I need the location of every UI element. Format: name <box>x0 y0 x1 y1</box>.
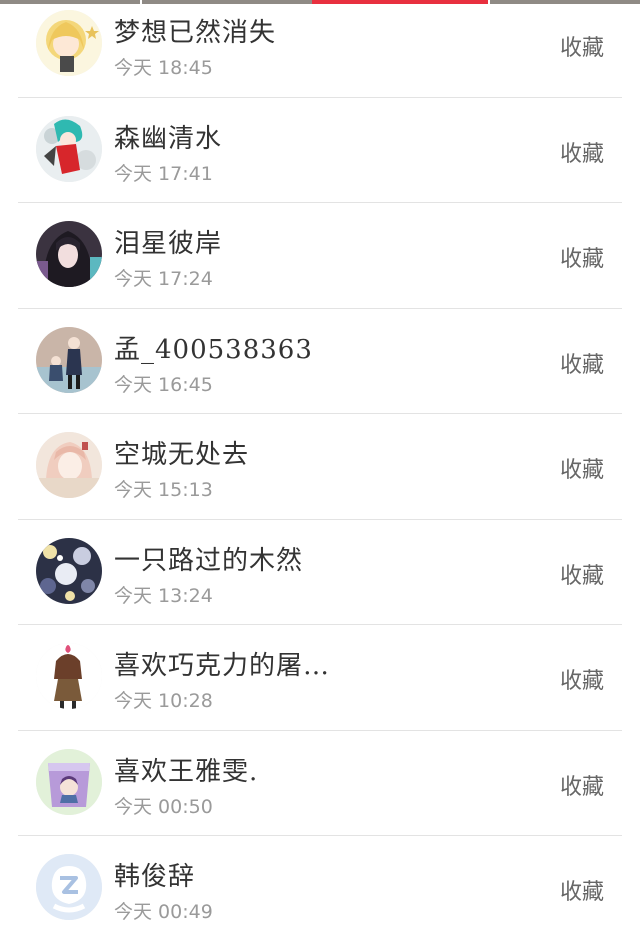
favorite-button[interactable]: 收藏 <box>560 558 604 590</box>
list-item[interactable]: 喜欢王雅雯. 今天 00:50 收藏 <box>0 731 640 836</box>
list-item[interactable]: 泪星彼岸 今天 17:24 收藏 <box>0 203 640 309</box>
favorite-button[interactable]: 收藏 <box>560 769 604 801</box>
user-name[interactable]: 孟_400538363 <box>114 329 313 366</box>
user-name[interactable]: 一只路过的木然 <box>114 540 303 577</box>
visit-time: 今天 00:49 <box>114 901 213 923</box>
list-item[interactable]: 空城无处去 今天 15:13 收藏 <box>0 414 640 520</box>
user-name[interactable]: 韩俊辞 <box>114 856 195 893</box>
avatar[interactable] <box>36 10 102 76</box>
user-name[interactable]: 梦想已然消失 <box>114 12 276 49</box>
user-name[interactable]: 空城无处去 <box>114 434 249 471</box>
avatar[interactable] <box>36 326 102 393</box>
user-name[interactable]: 森幽清水 <box>114 118 222 155</box>
visit-time: 今天 17:41 <box>114 162 213 185</box>
favorite-button[interactable]: 收藏 <box>560 241 604 273</box>
avatar[interactable] <box>36 221 102 287</box>
user-name[interactable]: 喜欢王雅雯. <box>114 751 258 788</box>
visit-time: 今天 18:45 <box>114 57 213 79</box>
avatar[interactable] <box>36 854 102 920</box>
favorite-button[interactable]: 收藏 <box>560 30 604 62</box>
avatar[interactable] <box>36 748 102 815</box>
avatar[interactable] <box>36 643 102 709</box>
visit-time: 今天 10:28 <box>114 690 213 712</box>
visit-time: 今天 15:13 <box>114 479 213 501</box>
list-item[interactable]: 喜欢巧克力的屠… 今天 10:28 收藏 <box>0 625 640 731</box>
visit-time: 今天 16:45 <box>114 373 213 396</box>
favorite-button[interactable]: 收藏 <box>560 136 604 168</box>
avatar[interactable] <box>36 537 102 604</box>
visitor-list: 梦想已然消失 今天 18:45 收藏 森幽清水 今天 17:41 收藏 泪星彼岸… <box>0 0 640 942</box>
list-item[interactable]: 一只路过的木然 今天 13:24 收藏 <box>0 520 640 625</box>
list-item[interactable]: 梦想已然消失 今天 18:45 收藏 <box>0 0 640 98</box>
user-name[interactable]: 泪星彼岸 <box>114 223 222 260</box>
user-name[interactable]: 喜欢巧克力的屠… <box>114 645 330 682</box>
favorite-button[interactable]: 收藏 <box>560 452 604 484</box>
favorite-button[interactable]: 收藏 <box>560 347 604 379</box>
list-item[interactable]: 韩俊辞 今天 00:49 收藏 <box>0 836 640 942</box>
favorite-button[interactable]: 收藏 <box>560 874 604 906</box>
list-item[interactable]: 孟_400538363 今天 16:45 收藏 <box>0 309 640 414</box>
avatar[interactable] <box>36 432 102 498</box>
avatar[interactable] <box>36 115 102 182</box>
favorite-button[interactable]: 收藏 <box>560 663 604 695</box>
visit-time: 今天 00:50 <box>114 795 213 818</box>
visit-time: 今天 17:24 <box>114 268 213 290</box>
visit-time: 今天 13:24 <box>114 584 213 607</box>
list-item[interactable]: 森幽清水 今天 17:41 收藏 <box>0 98 640 203</box>
